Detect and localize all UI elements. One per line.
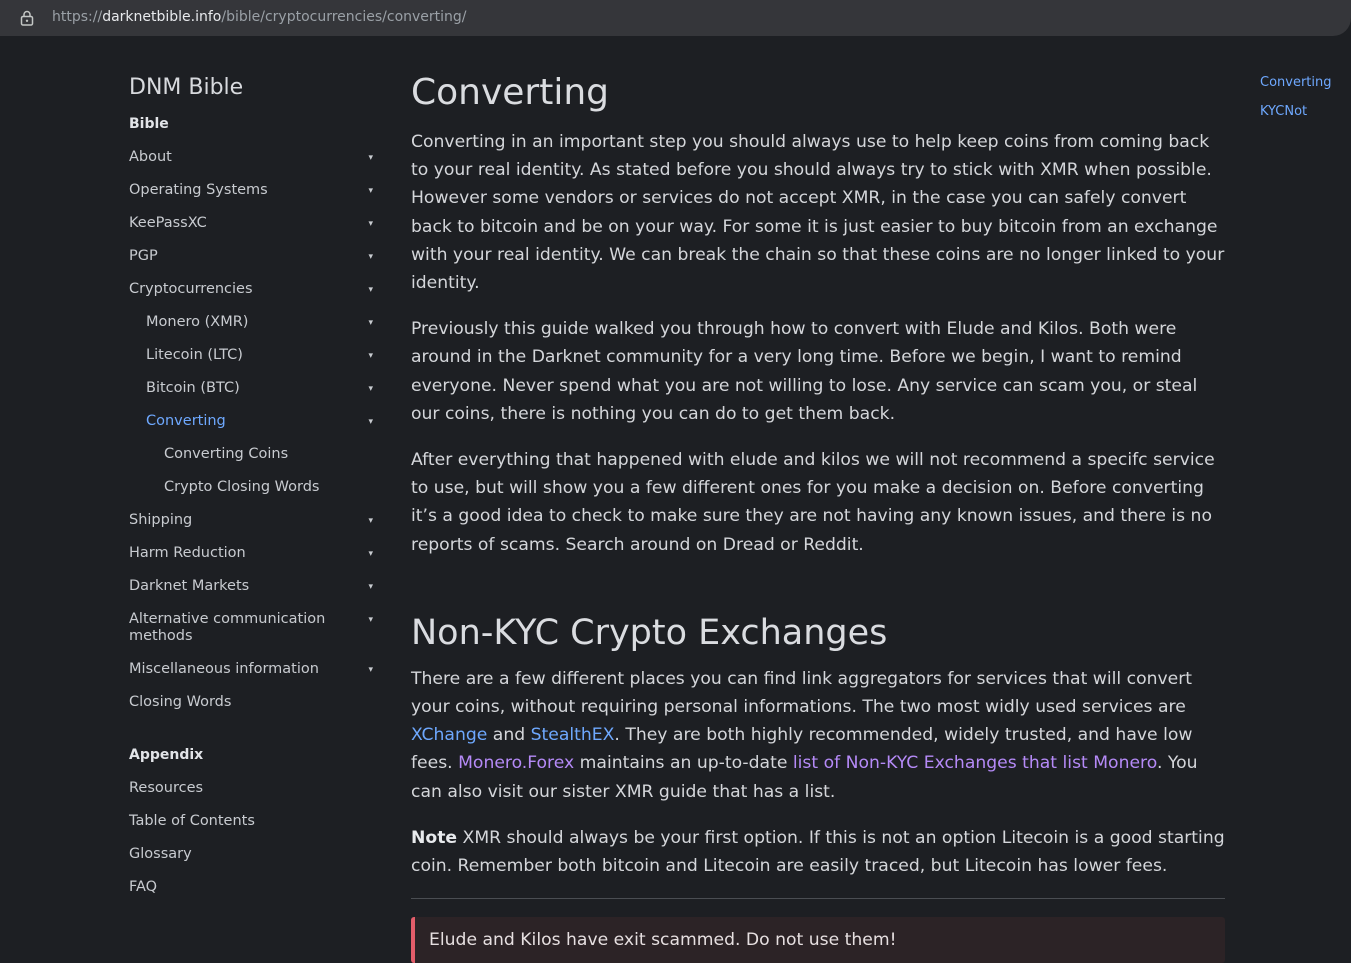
monero-forex-link[interactable]: Monero.Forex [458,753,574,773]
sidebar-item-label: KeePassXC [129,215,207,231]
caret-down-icon[interactable]: ▾ [368,513,373,530]
exchanges-text-4: maintains an up-to-date [574,753,793,774]
sidebar-item-harm-reduction[interactable]: Harm Reduction ▾ [129,537,379,570]
lock-icon[interactable] [20,10,34,26]
sidebar-item-monero[interactable]: Monero (XMR) ▾ [129,306,379,339]
sidebar-item-closing-words[interactable]: Closing Words [129,686,379,719]
sidebar-item-litecoin[interactable]: Litecoin (LTC) ▾ [129,339,379,372]
sidebar-item-label: Table of Contents [129,813,255,829]
sidebar-item-label: FAQ [129,879,158,895]
sidebar-item-label: Crypto Closing Words [164,479,320,495]
note-label: Note [411,827,458,848]
nav-section-appendix: Appendix [129,747,204,763]
sidebar-item-shipping[interactable]: Shipping ▾ [129,504,379,537]
caret-down-icon[interactable]: ▾ [368,249,373,266]
stealthex-link[interactable]: StealthEX [531,725,615,745]
sidebar-item-resources[interactable]: Resources [129,772,379,805]
sidebar-item-bitcoin[interactable]: Bitcoin (BTC) ▾ [129,372,379,405]
url-path: /bible/cryptocurrencies/converting/ [221,9,467,25]
sidebar-item-label: Resources [129,780,204,796]
caret-down-icon[interactable]: ▾ [368,150,373,167]
non-kyc-list-link[interactable]: list of Non-KYC Exchanges that list Mone… [793,753,1157,773]
caret-down-icon[interactable]: ▾ [368,348,373,365]
toc-item-converting[interactable]: Converting [1260,74,1332,103]
caret-down-icon[interactable]: ▾ [368,579,373,596]
sidebar-item-label: Darknet Markets [129,578,250,594]
sidebar-item-label: Litecoin (LTC) [146,347,243,363]
main-content: Converting Converting in an important st… [411,72,1225,963]
caret-down-icon[interactable]: ▾ [368,612,373,629]
caret-down-icon[interactable]: ▾ [368,414,373,431]
sidebar-item-label: Cryptocurrencies [129,281,253,297]
advice-paragraph: After everything that happened with elud… [411,450,1215,555]
note-paragraph: Note XMR should always be your first opt… [411,824,1225,880]
sidebar-nav: DNM Bible Bible About ▾ Operating Systems… [129,72,379,904]
site-title[interactable]: DNM Bible [129,72,379,108]
sidebar-item-label: Converting Coins [164,446,289,462]
sidebar-item-label: Monero (XMR) [146,314,249,330]
sidebar-item-converting[interactable]: Converting ▾ [129,405,379,438]
sidebar-item-darknet-markets[interactable]: Darknet Markets ▾ [129,570,379,603]
caret-down-icon[interactable]: ▾ [368,546,373,563]
sidebar-item-miscellaneous[interactable]: Miscellaneous information ▾ [129,653,379,686]
sidebar-item-label: Closing Words [129,694,232,710]
url-text[interactable]: https://darknetbible.info/bible/cryptocu… [52,9,467,25]
nav-section-bible: Bible [129,116,169,132]
sidebar-item-operating-systems[interactable]: Operating Systems ▾ [129,174,379,207]
caret-down-icon[interactable]: ▾ [368,315,373,332]
sidebar-item-about[interactable]: About ▾ [129,141,379,174]
sidebar-item-label: Harm Reduction [129,545,246,561]
sidebar-item-alternative-communication[interactable]: Alternative communication methods ▾ [129,603,379,653]
url-field[interactable]: https://darknetbible.info/bible/cryptocu… [0,0,1351,36]
url-scheme: https:// [52,9,103,25]
sidebar-item-label: Alternative communication methods [129,611,326,644]
sidebar-item-glossary[interactable]: Glossary [129,838,379,871]
toc-item-kycnot[interactable]: KYCNot [1260,103,1332,132]
page-title: Converting [411,72,610,113]
page-toc: Converting KYCNot [1260,74,1332,132]
caret-down-icon[interactable]: ▾ [368,216,373,233]
alert-text: Elude and Kilos have exit scammed. Do no… [429,930,897,951]
sidebar-item-pgp[interactable]: PGP ▾ [129,240,379,273]
caret-down-icon[interactable]: ▾ [368,662,373,679]
sidebar-item-faq[interactable]: FAQ [129,871,379,904]
sidebar-item-table-of-contents[interactable]: Table of Contents [129,805,379,838]
caret-down-icon[interactable]: ▾ [368,381,373,398]
sidebar-item-converting-coins[interactable]: Converting Coins [129,438,379,471]
divider [411,898,1225,900]
history-paragraph: Previously this guide walked you through… [411,319,1198,424]
caret-down-icon[interactable]: ▾ [368,282,373,299]
exchanges-text-2: and [487,725,531,746]
note-text: XMR should always be your first option. … [411,827,1225,877]
sidebar-item-label: Shipping [129,512,193,528]
sidebar-item-cryptocurrencies[interactable]: Cryptocurrencies ▾ [129,273,379,306]
sidebar-item-label: Converting [146,413,226,429]
xchange-link[interactable]: XChange [411,725,487,745]
url-host: darknetbible.info [102,9,222,25]
sidebar-item-crypto-closing-words[interactable]: Crypto Closing Words [129,471,379,504]
caret-down-icon[interactable]: ▾ [368,183,373,200]
sidebar-item-label: PGP [129,248,158,264]
exchanges-paragraph: There are a few different places you can… [411,665,1225,806]
browser-address-bar: https://darknetbible.info/bible/cryptocu… [0,0,1351,41]
sidebar-item-label: Miscellaneous information [129,661,319,677]
sidebar-item-label: Glossary [129,846,192,862]
sidebar-item-keepassxc[interactable]: KeePassXC ▾ [129,207,379,240]
intro-paragraph: Converting in an important step you shou… [411,132,1225,294]
sidebar-item-label: Bitcoin (BTC) [146,380,240,396]
sidebar-item-label: About [129,149,172,165]
warning-alert: Elude and Kilos have exit scammed. Do no… [411,917,1225,963]
section-heading-non-kyc: Non-KYC Crypto Exchanges [411,612,888,653]
sidebar-item-label: Operating Systems [129,182,268,198]
exchanges-text-1: There are a few different places you can… [411,668,1193,718]
